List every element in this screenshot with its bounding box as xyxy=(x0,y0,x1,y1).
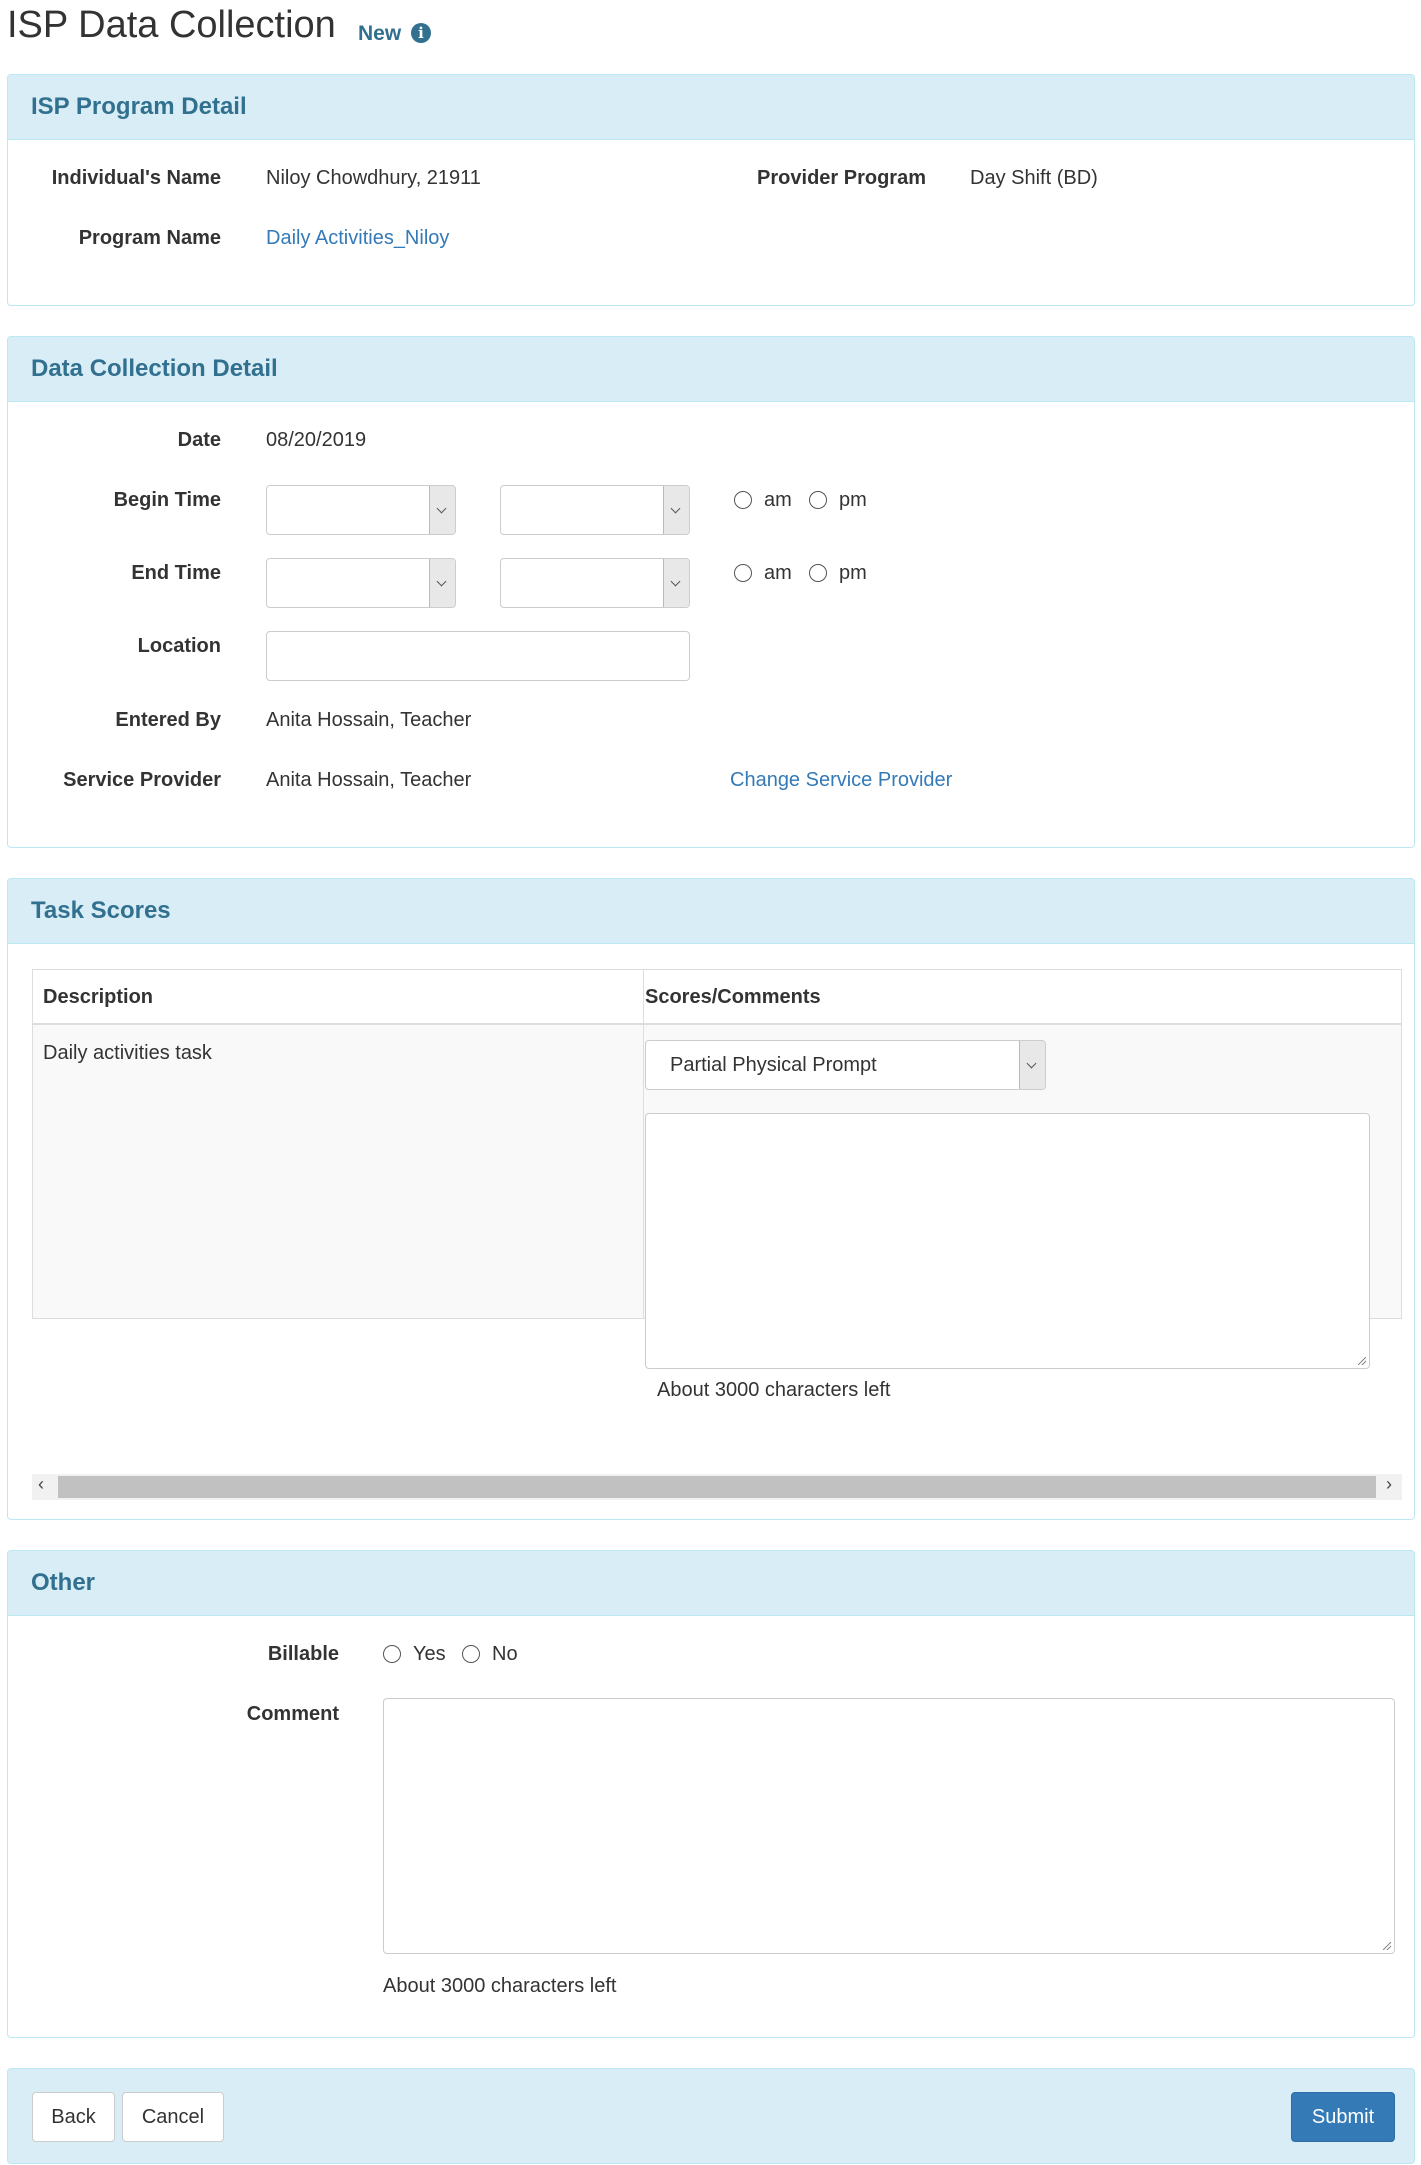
billable-yes-label: Yes xyxy=(413,1643,446,1665)
new-badge: New xyxy=(358,22,402,45)
end-am-radio[interactable] xyxy=(734,564,752,582)
task-table: Description Scores/Comments Daily activi… xyxy=(32,969,1402,1369)
other-panel: Other Billable Yes No Comment About 3000… xyxy=(7,1550,1415,2038)
program-name-link[interactable]: Daily Activities_Niloy xyxy=(266,227,449,250)
panel-header: ISP Program Detail xyxy=(8,75,1414,140)
scroll-right-icon[interactable]: › xyxy=(1386,1474,1392,1495)
description-header: Description xyxy=(43,986,154,1008)
panel-header: Task Scores xyxy=(8,879,1414,944)
task-chars-left: About 3000 characters left xyxy=(657,1379,891,1401)
resize-grip-icon[interactable] xyxy=(1358,1357,1366,1365)
back-button[interactable]: Back xyxy=(32,2092,115,2142)
chevron-down-icon xyxy=(663,486,689,534)
task-scores-panel: Task Scores Description Scores/Comments … xyxy=(7,878,1415,1520)
begin-pm-radio[interactable] xyxy=(809,491,827,509)
info-icon[interactable]: i xyxy=(411,23,431,43)
chevron-down-icon xyxy=(429,559,455,607)
page-title: ISP Data Collection xyxy=(7,4,336,46)
end-hour-select[interactable] xyxy=(266,558,456,608)
billable-no-label: No xyxy=(492,1643,518,1665)
footer-bar: Back Cancel Submit xyxy=(7,2068,1415,2164)
begin-pm-label: pm xyxy=(839,489,867,511)
change-service-provider-link[interactable]: Change Service Provider xyxy=(730,769,952,792)
end-pm-radio[interactable] xyxy=(809,564,827,582)
score-select[interactable]: Partial Physical Prompt xyxy=(645,1040,1046,1090)
provider-program-value: Day Shift (BD) xyxy=(970,167,1098,189)
chevron-down-icon xyxy=(1019,1041,1045,1089)
begin-time-label: Begin Time xyxy=(113,489,221,511)
location-input[interactable] xyxy=(266,631,690,681)
begin-am-label: am xyxy=(764,489,792,511)
end-time-label: End Time xyxy=(131,562,221,584)
resize-grip-icon[interactable] xyxy=(1383,1942,1391,1950)
collection-detail-panel: Data Collection Detail Date 08/20/2019 B… xyxy=(7,336,1415,848)
program-name-label: Program Name xyxy=(78,227,221,249)
entered-by-label: Entered By xyxy=(115,709,221,731)
begin-hour-select[interactable] xyxy=(266,485,456,535)
entered-by-value: Anita Hossain, Teacher xyxy=(266,709,472,731)
date-value: 08/20/2019 xyxy=(266,429,367,451)
panel-header: Data Collection Detail xyxy=(8,337,1414,402)
column-divider xyxy=(643,970,644,1318)
program-detail-panel: ISP Program Detail Individual's Name Nil… xyxy=(7,74,1415,306)
individual-name-label: Individual's Name xyxy=(51,167,221,189)
horizontal-scrollbar[interactable]: ‹ › xyxy=(32,1474,1402,1500)
billable-no-radio[interactable] xyxy=(462,1645,480,1663)
scroll-left-icon[interactable]: ‹ xyxy=(38,1474,44,1495)
date-label: Date xyxy=(177,429,221,451)
begin-minute-select[interactable] xyxy=(500,485,690,535)
panel-title: Other xyxy=(31,1569,96,1596)
score-selected-value: Partial Physical Prompt xyxy=(670,1054,877,1076)
end-am-label: am xyxy=(764,562,792,584)
chevron-down-icon xyxy=(663,559,689,607)
comment-label: Comment xyxy=(246,1703,339,1725)
scores-header: Scores/Comments xyxy=(645,986,821,1008)
task-description: Daily activities task xyxy=(43,1042,212,1064)
end-pm-label: pm xyxy=(839,562,867,584)
scrollbar-thumb[interactable] xyxy=(58,1476,1376,1498)
billable-yes-radio[interactable] xyxy=(383,1645,401,1663)
panel-header: Other xyxy=(8,1551,1414,1616)
service-provider-value: Anita Hossain, Teacher xyxy=(266,769,472,791)
table-header: Description Scores/Comments xyxy=(33,970,1401,1025)
location-label: Location xyxy=(137,635,221,657)
individual-name-value: Niloy Chowdhury, 21911 xyxy=(266,167,481,189)
submit-button[interactable]: Submit xyxy=(1291,2092,1395,2142)
chevron-down-icon xyxy=(429,486,455,534)
table-row: Daily activities task Partial Physical P… xyxy=(33,1025,1401,1369)
panel-title: ISP Program Detail xyxy=(31,93,247,120)
panel-title: Task Scores xyxy=(31,897,171,924)
comment-textarea[interactable] xyxy=(383,1698,1395,1954)
service-provider-label: Service Provider xyxy=(63,769,221,791)
begin-am-radio[interactable] xyxy=(734,491,752,509)
panel-title: Data Collection Detail xyxy=(31,355,278,382)
billable-label: Billable xyxy=(267,1643,339,1665)
comment-chars-left: About 3000 characters left xyxy=(383,1975,617,1997)
task-comment-textarea[interactable] xyxy=(645,1113,1370,1369)
end-minute-select[interactable] xyxy=(500,558,690,608)
provider-program-label: Provider Program xyxy=(757,167,926,189)
cancel-button[interactable]: Cancel xyxy=(122,2092,224,2142)
